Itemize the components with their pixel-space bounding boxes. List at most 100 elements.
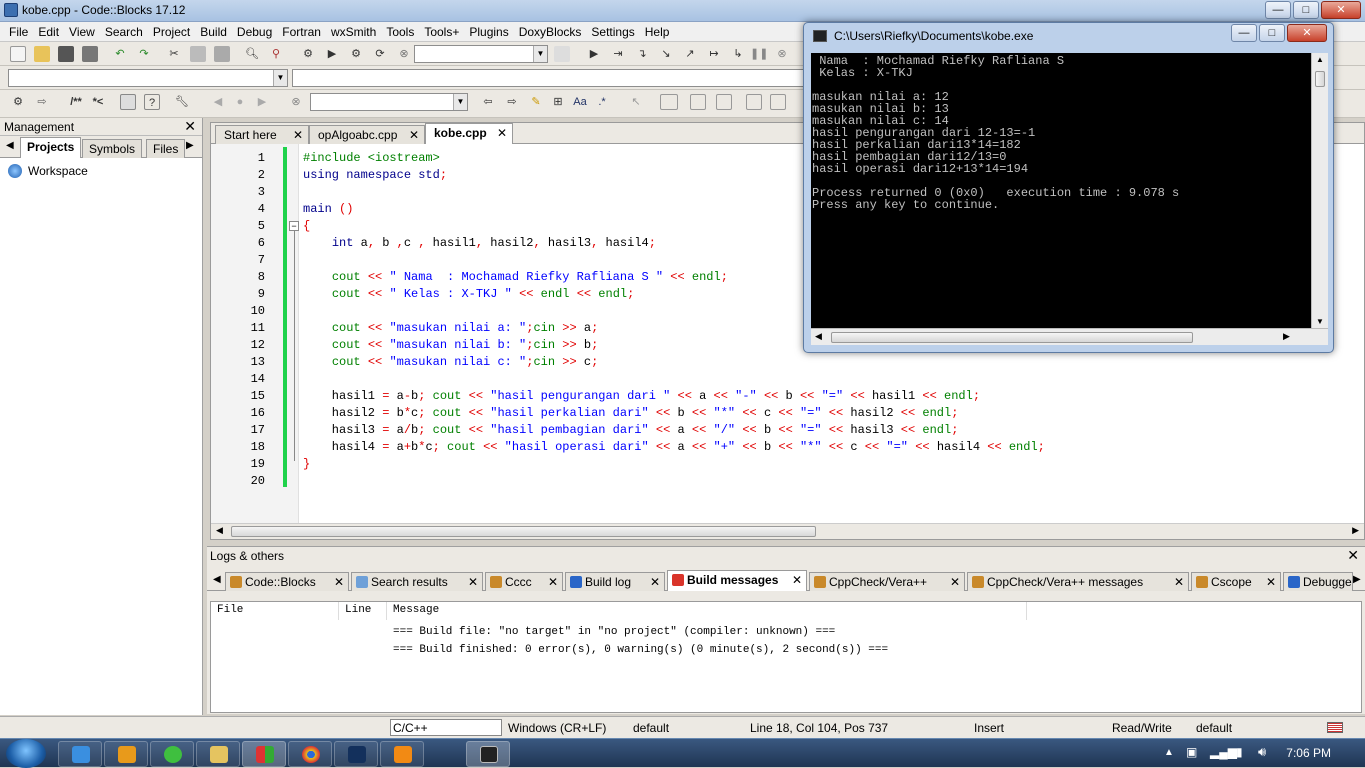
scroll-right-icon[interactable]: ▶ xyxy=(1283,331,1290,342)
run-to-cursor-icon[interactable]: ⇥ xyxy=(610,46,626,62)
tab-symbols[interactable]: Symbols xyxy=(82,139,143,158)
code-line[interactable]: hasil1 = a-b; cout << "hasil pengurangan… xyxy=(303,388,1045,405)
highlight-icon[interactable]: ✎ xyxy=(528,94,544,110)
open-folder-icon[interactable] xyxy=(34,46,50,62)
next-instruction-icon[interactable]: ↦ xyxy=(706,46,722,62)
battery-icon[interactable]: ▮ xyxy=(1236,745,1243,759)
media-taskbar-button[interactable] xyxy=(104,741,148,767)
incremental-search-input[interactable]: ▼ xyxy=(310,93,468,111)
code-line[interactable]: hasil3 = a/b; cout << "hasil pembagian d… xyxy=(303,422,1045,439)
scroll-right-icon[interactable]: ▶ xyxy=(1352,525,1359,536)
menu-tools[interactable]: Tools xyxy=(381,25,419,39)
scrollbar-thumb[interactable] xyxy=(1315,71,1325,87)
bookmark-icon[interactable]: ● xyxy=(232,94,248,110)
build-gear-icon[interactable]: ⚙ xyxy=(300,46,316,62)
signal-icon[interactable]: ▂▄▆ xyxy=(1210,745,1237,759)
tab-cppcheck[interactable]: CppCheck/Vera++ ✕ xyxy=(809,572,965,591)
scroll-down-icon[interactable]: ▼ xyxy=(1316,317,1324,326)
close-icon[interactable]: ✕ xyxy=(1266,575,1276,589)
scope-combo[interactable]: ▼ xyxy=(8,69,288,87)
next-line-icon[interactable]: ↴ xyxy=(634,46,650,62)
scrollbar-thumb[interactable] xyxy=(831,332,1193,343)
match-case-icon[interactable]: Aa xyxy=(572,94,588,110)
code-line[interactable]: hasil2 = b*c; cout << "hasil perkalian d… xyxy=(303,405,1045,422)
console-vertical-scrollbar[interactable]: ▲ ▼ xyxy=(1311,53,1328,328)
stop-debug-icon[interactable]: ⊗ xyxy=(774,46,790,62)
menu-debug[interactable]: Debug xyxy=(232,25,277,39)
tab-cscope[interactable]: Cscope ✕ xyxy=(1191,572,1281,591)
code-line[interactable]: } xyxy=(303,456,1045,473)
abort-icon[interactable]: ⊗ xyxy=(396,46,412,62)
code-line[interactable]: hasil4 = a+b*c; cout << "hasil operasi d… xyxy=(303,439,1045,456)
close-icon[interactable]: ✕ xyxy=(548,575,558,589)
clear-search-icon[interactable]: ⊗ xyxy=(288,94,304,110)
list-item[interactable]: === Build file: "no target" in "no proje… xyxy=(393,626,835,638)
menu-fortran[interactable]: Fortran xyxy=(277,25,326,39)
menu-settings[interactable]: Settings xyxy=(586,25,639,39)
block-comment-button[interactable]: /** xyxy=(64,94,88,110)
start-button[interactable] xyxy=(6,739,46,768)
explorer-taskbar-button[interactable] xyxy=(196,741,240,767)
tab-scroll-right-icon[interactable]: ▶ xyxy=(1353,574,1361,585)
save-all-icon[interactable] xyxy=(82,46,98,62)
next-bookmark-icon[interactable]: ▶ xyxy=(254,94,270,110)
prev-bookmark-icon[interactable]: ◀ xyxy=(210,94,226,110)
tab-cccc[interactable]: Cccc ✕ xyxy=(485,572,563,591)
close-icon[interactable]: ✕ xyxy=(650,575,660,589)
close-icon[interactable]: ✕ xyxy=(497,126,507,140)
workspace-tree-item[interactable]: Workspace xyxy=(8,164,88,178)
fold-toggle-icon[interactable]: − xyxy=(289,221,299,231)
html-doc-icon[interactable] xyxy=(120,94,136,110)
selected-text-icon[interactable]: ⊞ xyxy=(550,94,566,110)
menu-view[interactable]: View xyxy=(64,25,100,39)
close-icon[interactable]: ✕ xyxy=(1347,547,1359,564)
extract-icon[interactable]: ⇨ xyxy=(34,94,50,110)
dialog-icon[interactable] xyxy=(660,94,678,110)
menu-wxsmith[interactable]: wxSmith xyxy=(326,25,381,39)
close-icon[interactable]: ✕ xyxy=(792,573,802,587)
chat-taskbar-button[interactable] xyxy=(150,741,194,767)
menu-doxyblocks[interactable]: DoxyBlocks xyxy=(514,25,587,39)
volume-icon[interactable]: 🔊︎ xyxy=(1258,744,1266,760)
preferences-wrench-icon[interactable]: 🔧︎ xyxy=(174,94,190,110)
menu-help[interactable]: Help xyxy=(640,25,675,39)
debug-continue-icon[interactable]: ▶ xyxy=(586,46,602,62)
undo-icon[interactable]: ↶ xyxy=(112,46,128,62)
tab-files[interactable]: Files xyxy=(146,139,186,158)
scroll-up-icon[interactable]: ▲ xyxy=(1316,55,1324,64)
menu-search[interactable]: Search xyxy=(100,25,148,39)
code-line[interactable] xyxy=(303,371,1045,388)
close-icon[interactable]: ✕ xyxy=(468,575,478,589)
minimize-icon[interactable]: — xyxy=(1231,24,1257,42)
menu-project[interactable]: Project xyxy=(148,25,195,39)
ie-taskbar-button[interactable] xyxy=(58,741,102,767)
menu-tools-plus[interactable]: Tools+ xyxy=(419,25,464,39)
tab-codeblocks-log[interactable]: Code::Blocks ✕ xyxy=(225,572,349,591)
redo-icon[interactable]: ↷ xyxy=(136,46,152,62)
close-icon[interactable]: ✕ xyxy=(409,128,419,142)
tab-opalgoabc[interactable]: opAlgoabc.cpp ✕ xyxy=(309,125,425,144)
close-icon[interactable]: ✕ xyxy=(184,118,196,135)
search-next-icon[interactable]: ⇨ xyxy=(504,94,520,110)
code-line[interactable]: cout << "masukan nilai c: ";cin >> c; xyxy=(303,354,1045,371)
scroll-left-icon[interactable]: ◀ xyxy=(815,331,822,342)
tab-build-messages[interactable]: Build messages ✕ xyxy=(667,570,807,591)
panel-icon[interactable] xyxy=(716,94,732,110)
taskbar-clock[interactable]: 7:06 PM xyxy=(1286,746,1331,760)
column-file[interactable]: File xyxy=(211,602,339,620)
minimize-icon[interactable]: — xyxy=(1265,1,1291,19)
column-message[interactable]: Message xyxy=(387,602,1027,620)
frame-icon[interactable] xyxy=(690,94,706,110)
close-icon[interactable]: ✕ xyxy=(334,575,344,589)
tab-start-here[interactable]: Start here ✕ xyxy=(215,125,309,144)
menu-edit[interactable]: Edit xyxy=(33,25,64,39)
function-combo[interactable] xyxy=(292,69,804,87)
close-icon[interactable]: ✕ xyxy=(293,128,303,142)
copy-icon[interactable] xyxy=(190,46,206,62)
tab-cppcheck-messages[interactable]: CppCheck/Vera++ messages ✕ xyxy=(967,572,1189,591)
tab-build-log[interactable]: Build log ✕ xyxy=(565,572,665,591)
cut-icon[interactable]: ✂ xyxy=(166,46,182,62)
regex-icon[interactable]: .* xyxy=(594,94,610,110)
console-horizontal-scrollbar[interactable]: ◀ ▶ xyxy=(811,328,1328,345)
console-output[interactable]: Nama : Mochamad Riefky Rafliana S Kelas … xyxy=(811,53,1311,328)
